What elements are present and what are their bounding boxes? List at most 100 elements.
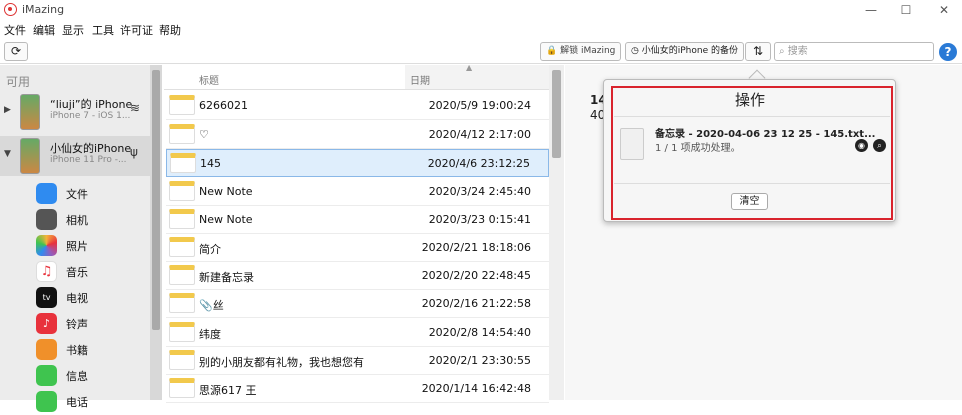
table-row[interactable]: 别的小朋友都有礼物，我也想您有 2020/2/1 23:30:55 xyxy=(166,347,549,375)
sidebar-item-label: 书籍 xyxy=(66,344,88,357)
note-title: New Note xyxy=(199,185,253,198)
search-input[interactable]: ⌕ 搜索 xyxy=(774,42,934,61)
note-icon xyxy=(170,153,196,173)
document-icon xyxy=(620,128,644,160)
maximize-button[interactable]: ☐ xyxy=(891,2,921,18)
note-icon xyxy=(169,265,195,285)
lock-icon: 🔒 xyxy=(546,46,558,56)
note-title: 145 xyxy=(200,157,221,170)
divider xyxy=(614,183,890,184)
table-row[interactable]: 新建备忘录 2020/2/20 22:48:45 xyxy=(166,262,549,290)
clear-button[interactable]: 清空 xyxy=(731,193,768,210)
collapse-arrow-icon[interactable]: ▼ xyxy=(4,149,11,159)
sidebar-item-music[interactable]: ♫ 音乐 xyxy=(36,259,146,285)
table-row[interactable]: 简介 2020/2/21 18:18:06 xyxy=(166,234,549,262)
history-icon: ◷ xyxy=(631,46,639,56)
sidebar-item-books[interactable]: 书籍 xyxy=(36,337,146,363)
eye-icon[interactable]: ◉ xyxy=(855,139,868,152)
sidebar-scrollbar-thumb[interactable] xyxy=(152,70,160,330)
note-date: 2020/2/1 23:30:55 xyxy=(428,354,531,367)
note-date: 2020/3/23 0:15:41 xyxy=(428,213,531,226)
note-date: 2020/5/9 19:00:24 xyxy=(428,99,531,112)
available-section-label: 可用 xyxy=(6,75,31,89)
title-bar: iMazing — ☐ ✕ xyxy=(0,0,962,20)
sidebar-item-tv[interactable]: tv 电视 xyxy=(36,285,146,311)
note-icon xyxy=(169,322,195,342)
table-row[interactable]: 📎丝 2020/2/16 21:22:58 xyxy=(166,290,549,318)
note-date: 2020/2/16 21:22:58 xyxy=(421,297,531,310)
note-icon xyxy=(169,124,195,144)
menu-edit[interactable]: 编辑 xyxy=(33,22,55,38)
operation-file-name: 备忘录 - 2020-04-06 23 12 25 - 145.txt... xyxy=(655,129,876,140)
note-title: 简介 xyxy=(199,243,221,256)
refresh-button[interactable]: ⟳ xyxy=(4,42,28,61)
usb-icon: ψ xyxy=(130,145,138,159)
device-xiaoxiannv-iphone[interactable]: ▼ 小仙女的iPhone iPhone 11 Pro -... ψ xyxy=(0,136,150,176)
sidebar-item-label: 相机 xyxy=(66,214,88,227)
table-row[interactable]: ♡ 2020/4/12 2:17:00 xyxy=(166,121,549,149)
popover-title: 操作 xyxy=(734,91,765,109)
note-title: 新建备忘录 xyxy=(199,271,254,284)
help-button[interactable]: ? xyxy=(939,43,957,61)
note-title: 思源617 王 xyxy=(199,384,257,397)
sidebar-item-label: 信息 xyxy=(66,370,88,383)
note-date: 2020/2/21 18:18:06 xyxy=(421,241,531,254)
minimize-button[interactable]: — xyxy=(856,2,886,18)
search-icon: ⌕ xyxy=(779,46,785,57)
sidebar-item-phone[interactable]: 电话 xyxy=(36,389,146,415)
sidebar-item-label: 音乐 xyxy=(66,266,88,279)
menu-license[interactable]: 许可证 xyxy=(120,22,153,38)
operation-status: 1 / 1 项成功处理。 xyxy=(655,143,741,154)
messages-icon xyxy=(36,365,57,386)
transfer-icon: ⇅ xyxy=(752,44,764,58)
table-row[interactable]: New Note 2020/3/23 0:15:41 xyxy=(166,206,549,234)
device-name: 小仙女的iPhone xyxy=(50,142,132,155)
unlock-label: 解锁 iMazing xyxy=(560,46,616,56)
note-icon xyxy=(169,378,195,398)
note-title: 📎丝 xyxy=(199,299,224,312)
table-row-selected[interactable]: 145 2020/4/6 23:12:25 xyxy=(166,149,549,177)
music-icon: ♫ xyxy=(36,261,57,282)
photos-icon xyxy=(36,235,57,256)
list-scrollbar-thumb[interactable] xyxy=(552,70,561,158)
device-subtitle: iPhone 7 - iOS 1... xyxy=(50,111,131,121)
note-date: 2020/4/6 23:12:25 xyxy=(427,157,530,170)
books-icon xyxy=(36,339,57,360)
close-button[interactable]: ✕ xyxy=(929,2,959,18)
menu-tools[interactable]: 工具 xyxy=(92,22,114,38)
table-row[interactable]: 纬度 2020/2/8 14:54:40 xyxy=(166,319,549,347)
magnifier-icon[interactable]: ⌕ xyxy=(873,139,886,152)
sidebar-item-files[interactable]: 文件 xyxy=(36,181,146,207)
menu-file[interactable]: 文件 xyxy=(4,22,26,38)
menu-view[interactable]: 显示 xyxy=(62,22,84,38)
unlock-button[interactable]: 🔒 解锁 iMazing xyxy=(540,42,622,61)
note-title: 别的小朋友都有礼物，我也想您有 xyxy=(199,356,364,369)
table-row[interactable]: 思源617 王 2020/1/14 16:42:48 xyxy=(166,375,549,403)
menu-help[interactable]: 帮助 xyxy=(159,22,181,38)
table-row[interactable]: 6266021 2020/5/9 19:00:24 xyxy=(166,92,549,120)
menu-bar: 文件 编辑 显示 工具 许可证 帮助 xyxy=(0,20,962,38)
sidebar-item-camera[interactable]: 相机 xyxy=(36,207,146,233)
note-icon xyxy=(169,293,195,313)
sidebar-item-messages[interactable]: 信息 xyxy=(36,363,146,389)
note-date: 2020/4/12 2:17:00 xyxy=(428,128,531,141)
note-date: 2020/1/14 16:42:48 xyxy=(421,382,531,395)
sidebar-item-ringtones[interactable]: ♪ 铃声 xyxy=(36,311,146,337)
camera-icon xyxy=(36,209,57,230)
sidebar-item-label: 电视 xyxy=(66,292,88,305)
phone-icon xyxy=(36,391,57,412)
files-icon xyxy=(36,183,57,204)
note-icon xyxy=(169,350,195,370)
column-header-title[interactable]: 标题 xyxy=(199,72,219,87)
column-header-date[interactable]: 日期 xyxy=(410,72,430,87)
expand-arrow-icon[interactable]: ▶ xyxy=(4,105,11,115)
toolbar: ⟳ 🔒 解锁 iMazing ◷ 小仙女的iPhone 的备份 ⇅ ⌕ 搜索 xyxy=(0,38,962,64)
note-icon xyxy=(169,209,195,229)
transfer-button[interactable]: ⇅ xyxy=(745,42,771,61)
sidebar-item-photos[interactable]: 照片 xyxy=(36,233,146,259)
note-date: 2020/2/8 14:54:40 xyxy=(428,326,531,339)
device-liuji-iphone[interactable]: ▶ “liuji”的 iPhone iPhone 7 - iOS 1... ≋ xyxy=(0,92,150,132)
table-row[interactable]: New Note 2020/3/24 2:45:40 xyxy=(166,178,549,206)
note-title: ♡ xyxy=(199,128,209,141)
backup-button[interactable]: ◷ 小仙女的iPhone 的备份 xyxy=(625,42,744,61)
